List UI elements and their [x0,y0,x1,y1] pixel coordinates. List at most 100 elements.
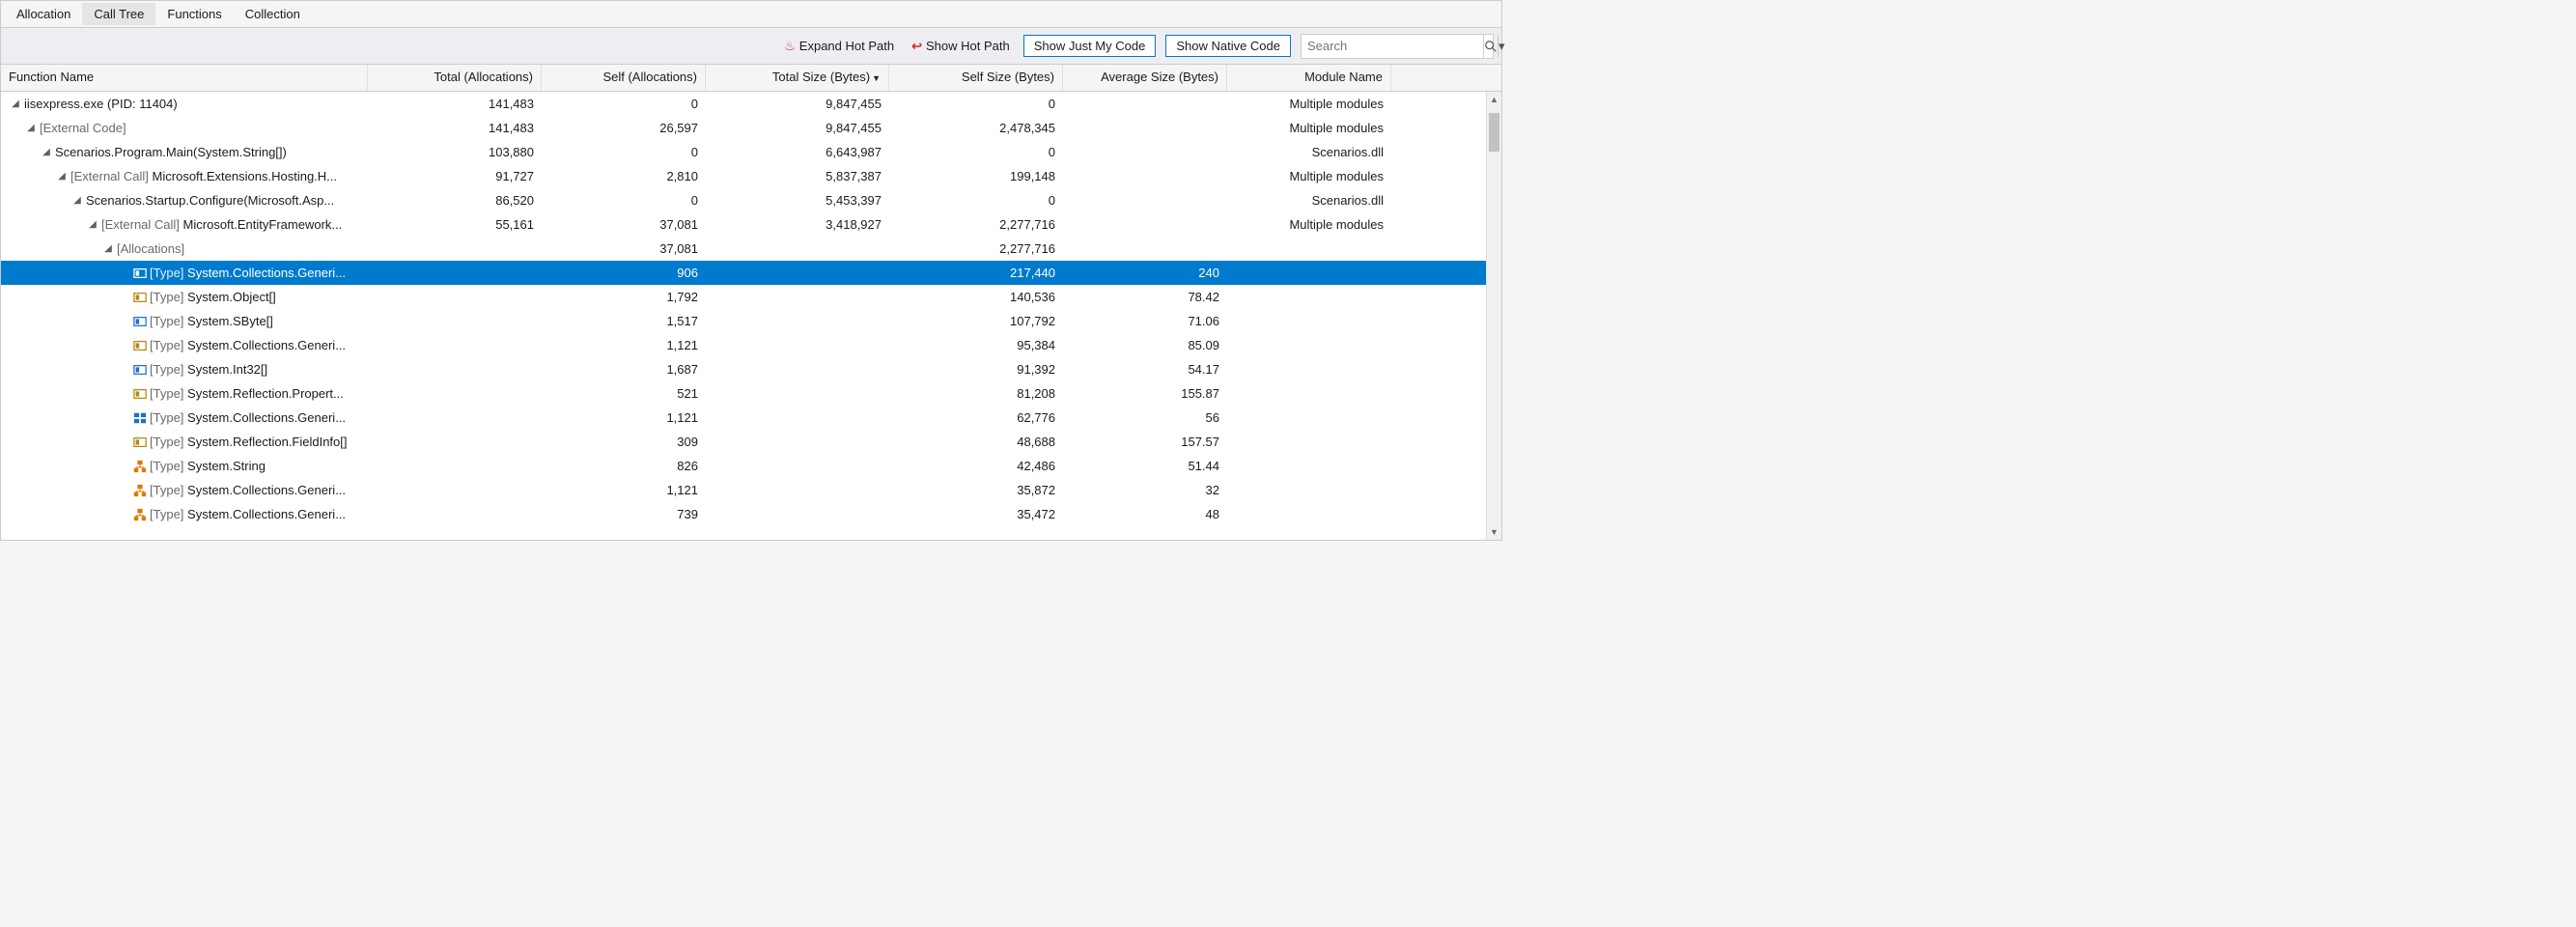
type-icon [132,362,148,378]
tree-row[interactable]: ◢[Allocations]37,0812,277,716 [1,237,1486,261]
function-name-text: [Type] System.Collections.Generi... [150,410,346,425]
collapse-icon[interactable]: ◢ [40,147,53,157]
col-total-size[interactable]: Total Size (Bytes)▼ [706,65,889,91]
cell-self_alloc: 1,687 [542,362,706,377]
function-name-text: [Type] System.String [150,459,266,473]
col-self-allocations[interactable]: Self (Allocations) [542,65,706,91]
function-name-cell: ◢iisexpress.exe (PID: 11404) [1,97,368,111]
scroll-up-icon[interactable]: ▲ [1487,92,1501,107]
tree-row[interactable]: ◢[External Call] Microsoft.EntityFramewo… [1,212,1486,237]
cell-avg_size: 78.42 [1063,290,1227,304]
cell-avg_size: 48 [1063,507,1227,521]
cell-self_size: 107,792 [889,314,1063,328]
tree-row[interactable]: ◢iisexpress.exe (PID: 11404)141,48309,84… [1,92,1486,116]
tree-row[interactable]: [Type] System.Int32[]1,68791,39254.17 [1,357,1486,381]
tab-allocation[interactable]: Allocation [5,3,82,25]
collapse-icon[interactable]: ◢ [24,123,38,133]
tab-call-tree[interactable]: Call Tree [82,3,155,25]
cell-self_size: 217,440 [889,266,1063,280]
collapse-icon[interactable]: ◢ [55,171,69,182]
col-avg-size[interactable]: Average Size (Bytes) [1063,65,1227,91]
search-icon[interactable] [1483,35,1498,58]
collapse-icon[interactable]: ◢ [101,243,115,254]
cell-self_size: 81,208 [889,386,1063,401]
function-name-cell: [Type] System.Collections.Generi... [1,338,368,353]
function-name-text: [Type] System.Reflection.Propert... [150,386,344,401]
type-icon [132,266,148,281]
collapse-icon[interactable]: ◢ [9,98,22,109]
col-function-name[interactable]: Function Name [1,65,368,91]
function-name-cell: ◢[External Code] [1,121,368,135]
type-icon [132,314,148,329]
tree-row[interactable]: ◢[External Call] Microsoft.Extensions.Ho… [1,164,1486,188]
scrollbar-vertical[interactable]: ▲ ▼ [1486,92,1501,540]
cell-self_alloc: 826 [542,459,706,473]
tree-row[interactable]: [Type] System.Collections.Generi...1,121… [1,406,1486,430]
tree-row[interactable]: [Type] System.Reflection.FieldInfo[]3094… [1,430,1486,454]
cell-self_alloc: 26,597 [542,121,706,135]
function-name-cell: [Type] System.Collections.Generi... [1,483,368,498]
cell-total_alloc: 103,880 [368,145,542,159]
cell-module: Scenarios.dll [1227,145,1391,159]
function-name-cell: [Type] System.String [1,459,368,474]
tree-row[interactable]: ◢[External Code]141,48326,5979,847,4552,… [1,116,1486,140]
tree-row[interactable]: [Type] System.Collections.Generi... 906 21… [1,261,1486,285]
search-dropdown-icon[interactable]: ▾ [1498,35,1505,58]
scroll-thumb[interactable] [1489,113,1499,152]
cell-self_alloc: 309 [542,435,706,449]
cell-module: Multiple modules [1227,121,1391,135]
show-just-my-code-button[interactable]: Show Just My Code [1023,35,1157,57]
function-name-text: [Type] System.Reflection.FieldInfo[] [150,435,348,449]
show-native-code-button[interactable]: Show Native Code [1165,35,1291,57]
function-name-text: [External Call] Microsoft.EntityFramewor… [101,217,342,232]
tree-row[interactable]: [Type] System.Object[]1,792140,53678.42 [1,285,1486,309]
sort-indicator-icon: ▼ [872,73,881,83]
search-input[interactable] [1302,39,1483,53]
cell-total_alloc: 55,161 [368,217,542,232]
function-name-cell: [Type] System.Collections.Generi... [1,507,368,522]
grid-header: Function Name Total (Allocations) Self (… [1,65,1501,92]
col-total-allocations[interactable]: Total (Allocations) [368,65,542,91]
cell-self_size: 91,392 [889,362,1063,377]
tree-row[interactable]: [Type] System.Collections.Generi...73935… [1,502,1486,526]
col-self-size[interactable]: Self Size (Bytes) [889,65,1063,91]
col-total-size-label: Total Size (Bytes) [772,70,870,84]
toolbar: ♨ Expand Hot Path ↩ Show Hot Path Show J… [1,28,1501,65]
tree-row[interactable]: [Type] System.Collections.Generi...1,121… [1,478,1486,502]
cell-self_alloc: 906 [542,266,706,280]
function-name-text: [Type] System.Collections.Generi... [150,338,346,352]
function-name-cell: [Type] System.Collections.Generi... [1,266,368,281]
tree-row[interactable]: [Type] System.String82642,48651.44 [1,454,1486,478]
cell-self_alloc: 521 [542,386,706,401]
cell-total_size: 3,418,927 [706,217,889,232]
function-name-cell: [Type] System.Collections.Generi... [1,410,368,426]
show-hot-path-link[interactable]: ↩ Show Hot Path [908,37,1014,56]
tab-collection[interactable]: Collection [234,3,312,25]
cell-module: Multiple modules [1227,217,1391,232]
cell-total_size: 9,847,455 [706,97,889,111]
expand-hot-path-link[interactable]: ♨ Expand Hot Path [780,37,898,56]
scroll-down-icon[interactable]: ▼ [1487,524,1501,540]
col-module-name[interactable]: Module Name [1227,65,1391,91]
function-name-cell: ◢Scenarios.Program.Main(System.String[]) [1,145,368,159]
flame-arrow-icon: ↩ [911,39,922,54]
function-name-text: Scenarios.Startup.Configure(Microsoft.As… [86,193,334,208]
type-icon [132,338,148,353]
tree-row[interactable]: ◢Scenarios.Program.Main(System.String[])… [1,140,1486,164]
function-name-text: [Type] System.Collections.Generi... [150,483,346,497]
cell-avg_size: 56 [1063,410,1227,425]
tab-functions[interactable]: Functions [155,3,233,25]
cell-self_alloc: 37,081 [542,241,706,256]
function-name-text: iisexpress.exe (PID: 11404) [24,97,178,111]
cell-self_size: 0 [889,193,1063,208]
cell-total_size: 6,643,987 [706,145,889,159]
tree-row[interactable]: [Type] System.Reflection.Propert... 521 81… [1,381,1486,406]
tree-row[interactable]: [Type] System.SByte[]1,517107,79271.06 [1,309,1486,333]
cell-total_size: 9,847,455 [706,121,889,135]
collapse-icon[interactable]: ◢ [70,195,84,206]
cell-avg_size: 155.87 [1063,386,1227,401]
tree-row[interactable]: [Type] System.Collections.Generi...1,121… [1,333,1486,357]
tree-row[interactable]: ◢Scenarios.Startup.Configure(Microsoft.A… [1,188,1486,212]
cell-avg_size: 32 [1063,483,1227,497]
collapse-icon[interactable]: ◢ [86,219,99,230]
